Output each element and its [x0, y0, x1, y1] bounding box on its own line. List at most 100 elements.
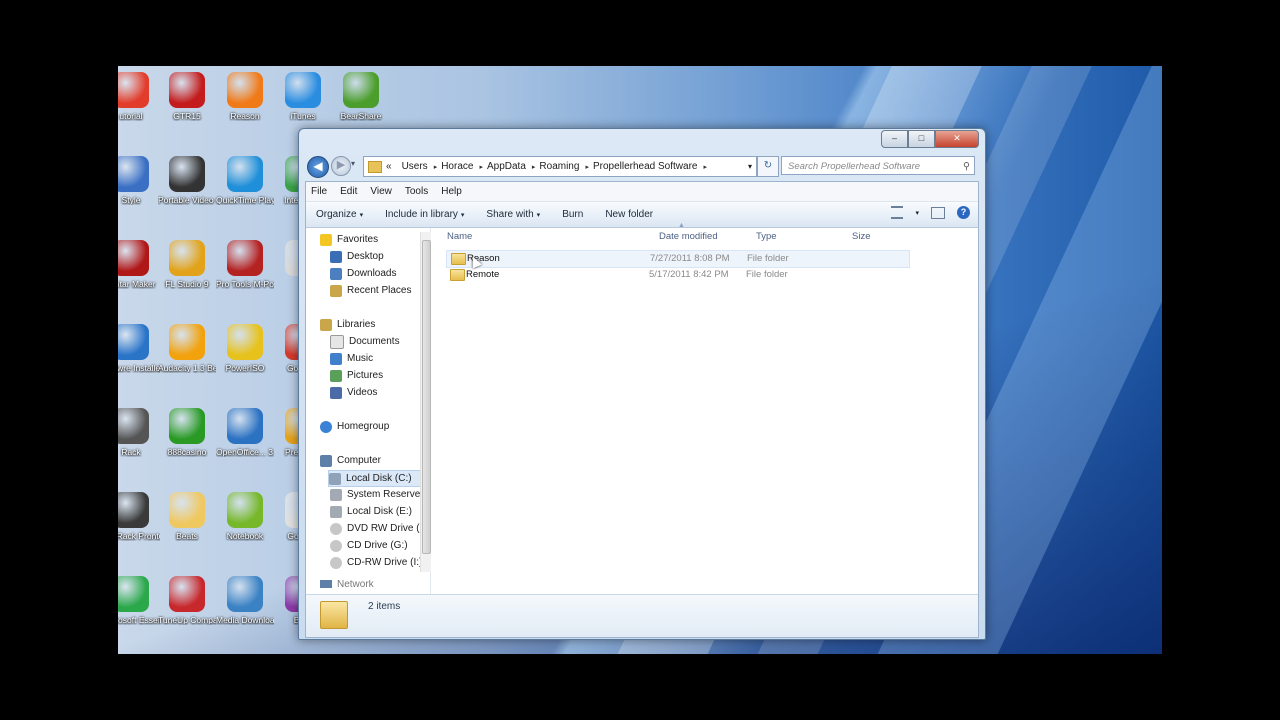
help-icon[interactable]: ?: [957, 206, 970, 219]
navigation-pane: Favorites Desktop Downloads Recent Place…: [306, 228, 431, 618]
search-icon[interactable]: ⚲: [963, 157, 970, 176]
share-with-button[interactable]: Share with ▾: [486, 209, 540, 220]
recent-places-icon: [330, 284, 342, 297]
search-input[interactable]: Search Propellerhead Software ⚲: [781, 156, 975, 175]
nav-favorites[interactable]: Favorites: [320, 232, 378, 247]
nav-pictures[interactable]: Pictures: [330, 368, 383, 383]
desktop-icon-audacity-1-3-beta-unic[interactable]: Audacity 1.3 Beta (Unic...: [158, 324, 216, 373]
breadcrumb-overflow[interactable]: «: [382, 161, 398, 172]
app-icon: [118, 72, 149, 108]
nav-homegroup[interactable]: Homegroup: [320, 419, 389, 434]
desktop-icon-rack[interactable]: Rack: [118, 408, 160, 457]
desktop-icon-openoffice-3-3[interactable]: OpenOffice... 3.3: [216, 408, 274, 457]
desktop-icon-quicktime-player[interactable]: QuickTime Player: [216, 156, 274, 205]
desktop-icon-888casino[interactable]: 888casino: [158, 408, 216, 457]
nav-local-disk-c[interactable]: Local Disk (C:): [328, 470, 427, 487]
app-icon: [118, 408, 149, 444]
chevron-down-icon[interactable]: ▾: [915, 209, 919, 217]
desktop-icon-softwre-installer[interactable]: Softwre Installer: [118, 324, 160, 373]
app-icon: [169, 72, 205, 108]
nav-libraries[interactable]: Libraries: [320, 317, 375, 332]
forward-button[interactable]: ▶: [331, 156, 351, 176]
nav-cdrw-drive[interactable]: CD-RW Drive (I:): [330, 555, 422, 570]
desktop-icon-utorial[interactable]: utorial: [118, 72, 160, 121]
nav-downloads[interactable]: Downloads: [330, 266, 396, 281]
minimize-button[interactable]: –: [881, 130, 908, 148]
nav-cd-drive[interactable]: CD Drive (G:): [330, 538, 408, 553]
desktop-icon-label: Microsoft Essen: [118, 615, 160, 625]
breadcrumb-propellerhead[interactable]: Propellerhead Software: [589, 161, 704, 172]
column-size[interactable]: Size: [852, 228, 870, 246]
breadcrumb-users[interactable]: Users: [398, 161, 434, 172]
documents-icon: [330, 334, 344, 349]
desktop-icon-label: BearShare: [340, 111, 382, 121]
app-icon: [227, 156, 263, 192]
back-button[interactable]: ◀: [307, 156, 329, 178]
app-icon: [227, 72, 263, 108]
recent-pages-dropdown[interactable]: ▾: [351, 159, 355, 168]
desktop-icon-label: Pro Tools M-Powered: [216, 279, 274, 289]
column-date-modified[interactable]: Date modified: [659, 228, 718, 246]
app-icon: [118, 240, 149, 276]
burn-button[interactable]: Burn: [562, 209, 583, 220]
explorer-window: – □ ✕ ◀ ▶ ▾ « Users ▸ Horace ▸ AppData ▸…: [298, 128, 986, 640]
desktop-icon-microsoft-essen[interactable]: Microsoft Essen: [118, 576, 160, 625]
desktop-icon-label: QuickTime Player: [216, 195, 274, 205]
menu-edit[interactable]: Edit: [340, 186, 357, 197]
address-bar[interactable]: « Users ▸ Horace ▸ AppData ▸ Roaming ▸ P…: [363, 156, 757, 177]
desktop-icon-guitar-maker[interactable]: Guitar Maker: [118, 240, 160, 289]
nav-computer[interactable]: Computer: [320, 453, 381, 468]
desktop-icon-notebook[interactable]: Notebook: [216, 492, 274, 541]
breadcrumb-roaming[interactable]: Roaming: [535, 161, 585, 172]
nav-local-disk-e[interactable]: Local Disk (E:): [330, 504, 412, 519]
desktop-icon-fl-studio-9[interactable]: FL Studio 9: [158, 240, 216, 289]
desktop-icon-sg-rack-pronto[interactable]: SG Rack Pronto: [118, 492, 160, 541]
desktop-icon-bearshare[interactable]: BearShare: [332, 72, 390, 121]
desktop-icon-tuneup-companion[interactable]: TuneUp Companion: [158, 576, 216, 625]
address-dropdown-icon[interactable]: ▾: [748, 162, 752, 171]
nav-pane-scrollbar[interactable]: [420, 232, 431, 572]
nav-desktop[interactable]: Desktop: [330, 249, 384, 264]
desktop-icon-media-downloader[interactable]: Media Downloader: [216, 576, 274, 625]
close-button[interactable]: ✕: [935, 130, 979, 148]
new-folder-button[interactable]: New folder: [605, 209, 653, 220]
desktop-icon-poweriso[interactable]: PowerISO: [216, 324, 274, 373]
desktop-icon-portable-video-converter[interactable]: Portable Video Converter: [158, 156, 216, 205]
column-name[interactable]: Name: [447, 228, 472, 246]
preview-pane-icon[interactable]: [931, 206, 945, 219]
nav-system-reserved[interactable]: System Reserved: [330, 487, 426, 502]
nav-recent-places[interactable]: Recent Places: [330, 283, 411, 298]
nav-documents[interactable]: Documents: [330, 334, 400, 349]
desktop-icon: [330, 250, 342, 263]
desktop-icon-gtr15[interactable]: GTR15: [158, 72, 216, 121]
desktop-icon-itunes[interactable]: iTunes: [274, 72, 332, 121]
desktop-icon-reason[interactable]: Reason: [216, 72, 274, 121]
refresh-button[interactable]: ↻: [757, 156, 779, 177]
homegroup-icon: [320, 420, 332, 433]
nav-videos[interactable]: Videos: [330, 385, 377, 400]
scrollbar-thumb[interactable]: [422, 240, 431, 554]
include-in-library-button[interactable]: Include in library ▾: [385, 209, 464, 220]
nav-dvd-drive[interactable]: DVD RW Drive (F:: [330, 521, 428, 536]
organize-button[interactable]: Organize ▾: [316, 209, 363, 220]
nav-network[interactable]: Network: [320, 580, 374, 588]
nav-music[interactable]: Music: [330, 351, 373, 366]
breadcrumb-horace[interactable]: Horace: [437, 161, 479, 172]
breadcrumb-appdata[interactable]: AppData: [483, 161, 532, 172]
file-row-reason[interactable]: Reason 7/27/2011 8:08 PM File folder: [446, 250, 910, 268]
maximize-button[interactable]: □: [908, 130, 935, 148]
file-row-remote[interactable]: Remote 5/17/2011 8:42 PM File folder: [446, 267, 908, 283]
app-icon: [169, 324, 205, 360]
change-view-icon[interactable]: [891, 206, 904, 219]
file-list: ▲ Name Date modified Type Size Reason 7/…: [438, 222, 978, 588]
desktop-icon-beats[interactable]: Beats: [158, 492, 216, 541]
menu-file[interactable]: File: [311, 186, 327, 197]
menu-help[interactable]: Help: [441, 186, 462, 197]
menu-view[interactable]: View: [370, 186, 392, 197]
chevron-right-icon[interactable]: ▸: [703, 163, 707, 171]
desktop-icon-style[interactable]: Style: [118, 156, 160, 205]
desktop-icon-pro-tools-m-powered[interactable]: Pro Tools M-Powered: [216, 240, 274, 289]
chevron-down-icon: ▾: [536, 212, 541, 219]
column-type[interactable]: Type: [756, 228, 777, 246]
menu-tools[interactable]: Tools: [405, 186, 428, 197]
